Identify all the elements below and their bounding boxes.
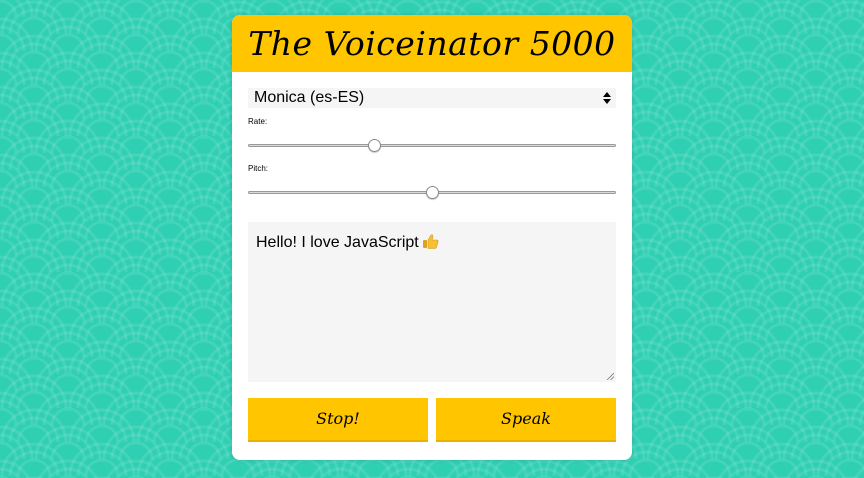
rate-slider-thumb[interactable]: [368, 139, 382, 152]
voice-select-value: Monica (es-ES): [254, 89, 365, 106]
pitch-slider-thumb[interactable]: [425, 186, 439, 199]
app-title: The Voiceinator 5000: [248, 24, 616, 63]
app-header: The Voiceinator 5000: [232, 15, 632, 72]
message-textarea[interactable]: Hello! I love JavaScript: [248, 222, 616, 382]
pitch-slider[interactable]: [248, 182, 616, 202]
select-arrows-icon: [603, 92, 611, 104]
rate-slider-track[interactable]: [248, 144, 616, 147]
resize-grip-icon[interactable]: [606, 372, 614, 380]
rate-slider[interactable]: [248, 135, 616, 155]
pitch-label: Pitch:: [248, 164, 269, 173]
controls: Monica (es-ES) Rate: Pitch: Hello! I lov…: [232, 72, 632, 442]
thumbs-up-icon: [422, 234, 439, 249]
message-text: Hello! I love JavaScript: [256, 234, 419, 251]
button-row: Stop! Speak: [248, 398, 616, 442]
speak-button[interactable]: Speak: [436, 398, 616, 442]
voice-select[interactable]: Monica (es-ES): [248, 88, 616, 108]
voiceinator-panel: The Voiceinator 5000 Monica (es-ES) Rate…: [232, 15, 632, 460]
rate-label: Rate:: [248, 117, 268, 126]
stop-button[interactable]: Stop!: [248, 398, 428, 442]
